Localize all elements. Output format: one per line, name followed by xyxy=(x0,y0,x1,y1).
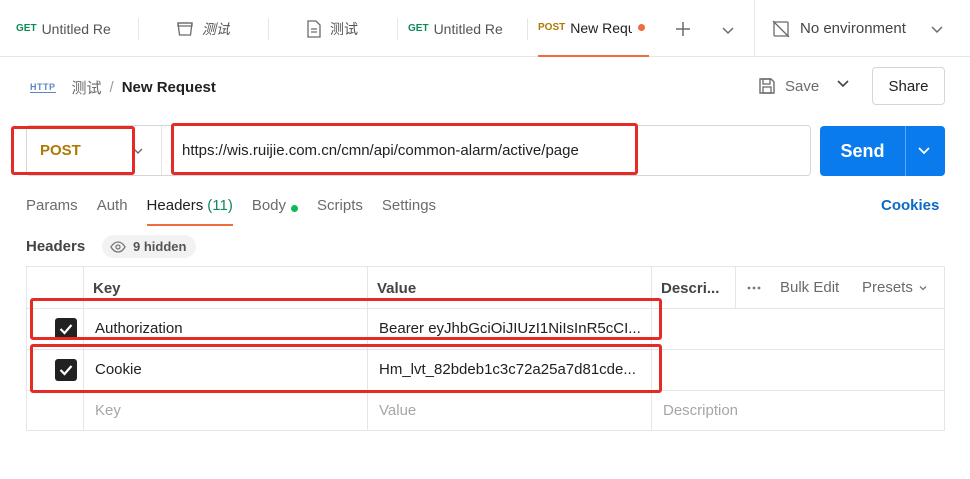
tab-scripts[interactable]: Scripts xyxy=(317,195,363,226)
breadcrumb-parent[interactable]: 测试 xyxy=(72,77,102,98)
tab-label: Params xyxy=(26,197,78,214)
headers-count-badge: (11) xyxy=(207,197,233,214)
tab-separator xyxy=(268,18,269,40)
header-value-cell[interactable]: Hm_lvt_82bdeb1c3c72a25a7d81cde... xyxy=(379,349,649,389)
unsaved-dot-icon xyxy=(638,24,646,31)
tab-bar: GET Untitled Re 测试 测试 GET Untitled Re PO… xyxy=(0,0,970,57)
new-value-input[interactable]: Value xyxy=(379,390,416,430)
body-status-dot-icon xyxy=(291,205,299,212)
save-icon xyxy=(759,78,775,94)
send-button-group: Send xyxy=(820,126,945,176)
hidden-count: 9 hidden xyxy=(133,239,187,254)
tab-label: Auth xyxy=(96,197,128,214)
presets-button[interactable]: Presets xyxy=(862,267,928,308)
save-label: Save xyxy=(785,77,820,95)
tab-settings[interactable]: Settings xyxy=(382,195,436,226)
column-header-value: Value xyxy=(377,280,417,297)
tab-method: GET xyxy=(408,23,429,34)
method-value: POST xyxy=(40,142,81,159)
request-tabs: Params Auth Headers (11) Body Scripts Se… xyxy=(26,195,455,226)
tab-separator xyxy=(527,18,528,40)
more-options-button[interactable] xyxy=(747,267,761,308)
column-header-description: Descri... xyxy=(661,280,720,297)
tab-collection[interactable]: 测试 xyxy=(176,0,266,57)
tab-separator xyxy=(754,0,755,57)
presets-label: Presets xyxy=(862,279,913,296)
send-divider xyxy=(905,126,906,176)
column-divider xyxy=(735,267,736,308)
tab-label: Headers xyxy=(146,197,204,214)
tab-request-1[interactable]: GET Untitled Re xyxy=(16,0,118,57)
tab-request-active[interactable]: POST New Requ xyxy=(538,0,649,57)
tab-auth[interactable]: Auth xyxy=(97,195,128,226)
tab-list-button[interactable] xyxy=(718,20,738,40)
headers-section-label: Headers xyxy=(26,238,86,255)
chevron-down-icon xyxy=(919,285,927,290)
row-divider xyxy=(27,390,944,391)
chevron-down-icon xyxy=(722,27,734,35)
tab-separator xyxy=(138,18,139,40)
tab-method: POST xyxy=(538,22,566,33)
breadcrumb: HTTP 测试 / New Request xyxy=(30,74,216,100)
page-title[interactable]: New Request xyxy=(122,79,216,96)
header-key-cell[interactable]: Authorization xyxy=(95,308,365,348)
collection-icon xyxy=(176,20,194,38)
tab-method: GET xyxy=(16,23,37,34)
tab-separator xyxy=(397,18,398,40)
tab-body[interactable]: Body xyxy=(251,195,299,226)
eye-icon xyxy=(110,240,126,253)
share-button[interactable]: Share xyxy=(872,67,945,105)
chevron-down-icon xyxy=(837,80,849,88)
tab-label: Settings xyxy=(381,197,437,214)
column-header-key: Key xyxy=(93,280,121,297)
tab-title: Untitled Re xyxy=(433,20,503,37)
url-bar: POST https://wis.ruijie.com.cn/cmn/api/c… xyxy=(26,125,811,176)
headers-table: Key Value Descri... Bulk Edit Presets Au… xyxy=(26,266,945,431)
no-environment-icon xyxy=(772,20,790,38)
more-horizontal-icon xyxy=(747,286,761,289)
send-options-button[interactable] xyxy=(917,143,931,162)
new-tab-button[interactable] xyxy=(672,18,694,40)
tab-title: Untitled Re xyxy=(41,20,111,37)
chevron-down-icon xyxy=(918,147,930,155)
tab-params[interactable]: Params xyxy=(26,195,78,226)
tab-label: Scripts xyxy=(317,197,363,214)
tab-title: New Requ xyxy=(570,19,633,36)
new-description-input[interactable]: Description xyxy=(663,390,738,430)
cookies-link[interactable]: Cookies xyxy=(881,197,939,214)
breadcrumb-separator: / xyxy=(109,78,114,96)
chevron-down-icon xyxy=(132,144,144,162)
tab-headers[interactable]: Headers (11) xyxy=(146,195,233,226)
url-input[interactable]: https://wis.ruijie.com.cn/cmn/api/common… xyxy=(182,126,579,175)
tab-title: 测试 xyxy=(202,20,230,37)
tab-label: Body xyxy=(251,197,287,214)
row-checkbox[interactable] xyxy=(55,318,77,340)
hidden-headers-toggle[interactable]: 9 hidden xyxy=(102,235,197,258)
tab-request-2[interactable]: GET Untitled Re xyxy=(408,0,510,57)
environment-selector[interactable]: No environment xyxy=(772,0,962,57)
http-icon: HTTP xyxy=(30,81,56,93)
checkmark-icon xyxy=(59,365,73,376)
checkmark-icon xyxy=(59,324,73,335)
save-button[interactable]: Save xyxy=(758,72,819,100)
header-value-cell[interactable]: Bearer eyJhbGciOiJIUzI1NiIsInR5cCI... xyxy=(379,308,649,348)
tab-document[interactable]: 测试 xyxy=(306,0,386,57)
tab-title: 测试 xyxy=(330,20,358,37)
document-icon xyxy=(306,19,322,38)
bulk-edit-button[interactable]: Bulk Edit xyxy=(780,267,839,308)
new-key-input[interactable]: Key xyxy=(95,390,121,430)
row-checkbox[interactable] xyxy=(55,359,77,381)
save-options-button[interactable] xyxy=(836,76,850,95)
send-button[interactable]: Send xyxy=(820,126,905,176)
chevron-down-icon xyxy=(930,22,944,36)
header-key-cell[interactable]: Cookie xyxy=(95,349,365,389)
plus-icon xyxy=(676,22,690,36)
environment-label: No environment xyxy=(800,20,906,37)
